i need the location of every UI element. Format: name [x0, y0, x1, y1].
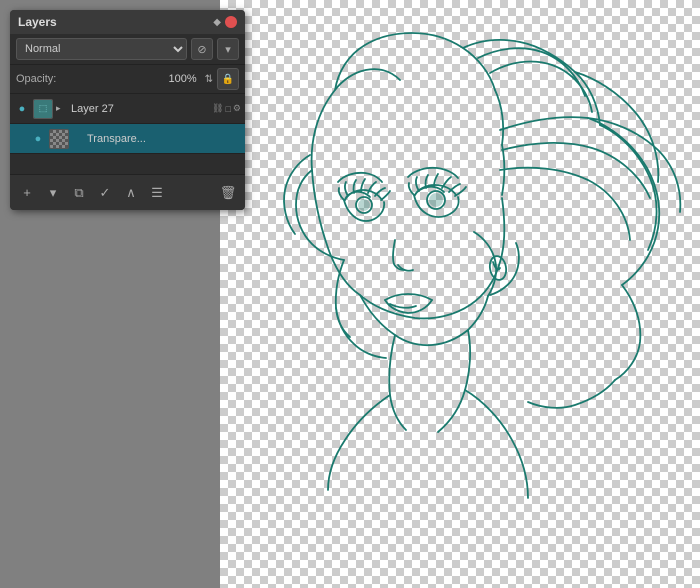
layer-visibility-toggle[interactable]: ● — [14, 101, 30, 117]
menu-icon: ☰ — [151, 185, 163, 201]
panel-settings-icon[interactable]: ◆ — [213, 17, 221, 28]
blend-mode-row: NormalMultiplyScreenOverlayDarkenLighten… — [10, 34, 245, 65]
layer-item[interactable]: ● ⬚ ▸ Layer 27 ⛓ □ ⚙ — [10, 94, 245, 124]
duplicate-layer-button[interactable]: ⧉ — [68, 182, 90, 204]
layer-action-icons: ⛓ □ ⚙ — [212, 103, 241, 114]
layer-menu-button[interactable]: ☰ — [146, 182, 168, 204]
filter-options-icon: ▾ — [225, 43, 231, 56]
layer-thumbnail — [49, 129, 69, 149]
panel-close-button[interactable] — [225, 16, 237, 28]
eye-icon: ● — [35, 133, 42, 145]
lock-button[interactable]: 🔒 — [217, 68, 239, 90]
layer-settings-icon[interactable]: ⚙ — [233, 103, 241, 114]
layer-name: Layer 27 — [71, 103, 209, 115]
opacity-label: Opacity: — [16, 73, 164, 85]
filter-icon: ⊘ — [197, 43, 206, 56]
layer-thumbnail: ⬚ — [33, 99, 53, 119]
layer-name: Transpare... — [87, 133, 241, 145]
filter-button[interactable]: ⊘ — [191, 38, 213, 60]
move-layer-down-button[interactable]: ✓ — [94, 182, 116, 204]
up-arrow-icon: ∧ — [126, 185, 136, 201]
duplicate-icon: ⧉ — [74, 185, 83, 201]
filter-options-button[interactable]: ▾ — [217, 38, 239, 60]
line-art-canvas[interactable] — [220, 0, 700, 588]
move-layer-up-button[interactable]: ∧ — [120, 182, 142, 204]
layer-item[interactable]: ● ▌ Transpare... — [10, 124, 245, 154]
layer-visibility-toggle[interactable]: ● — [30, 131, 46, 147]
opacity-value[interactable]: 100% — [168, 73, 196, 85]
chevron-down-icon: ▾ — [50, 185, 57, 201]
layer-collapse-icon[interactable]: ▸ — [56, 103, 68, 114]
plus-icon: + — [23, 185, 31, 200]
layer-mask-icon[interactable]: □ — [225, 104, 230, 114]
lock-icon: 🔒 — [222, 74, 234, 85]
blend-mode-select[interactable]: NormalMultiplyScreenOverlayDarkenLighten — [16, 38, 187, 60]
add-layer-options-button[interactable]: ▾ — [42, 182, 64, 204]
panel-title: Layers — [18, 15, 57, 29]
opacity-row: Opacity: 100% ⇅ 🔒 — [10, 65, 245, 94]
add-layer-button[interactable]: + — [16, 182, 38, 204]
layer-indent-icon: ▌ — [72, 134, 84, 144]
checkmark-icon: ✓ — [100, 185, 111, 201]
layers-list: ● ⬚ ▸ Layer 27 ⛓ □ ⚙ ● ▌ Transpare... — [10, 94, 245, 174]
opacity-arrows-icon[interactable]: ⇅ — [205, 74, 213, 85]
trash-icon: 🗑 — [220, 185, 237, 201]
panel-toolbar: + ▾ ⧉ ✓ ∧ ☰ 🗑 — [10, 174, 245, 210]
panel-header-icons: ◆ — [213, 16, 237, 28]
delete-layer-button[interactable]: 🗑 — [217, 182, 239, 204]
eye-icon: ● — [19, 103, 26, 115]
layer-link-icon[interactable]: ⛓ — [212, 103, 223, 114]
layers-panel: Layers ◆ NormalMultiplyScreenOverlayDark… — [10, 10, 245, 210]
panel-header: Layers ◆ — [10, 10, 245, 34]
